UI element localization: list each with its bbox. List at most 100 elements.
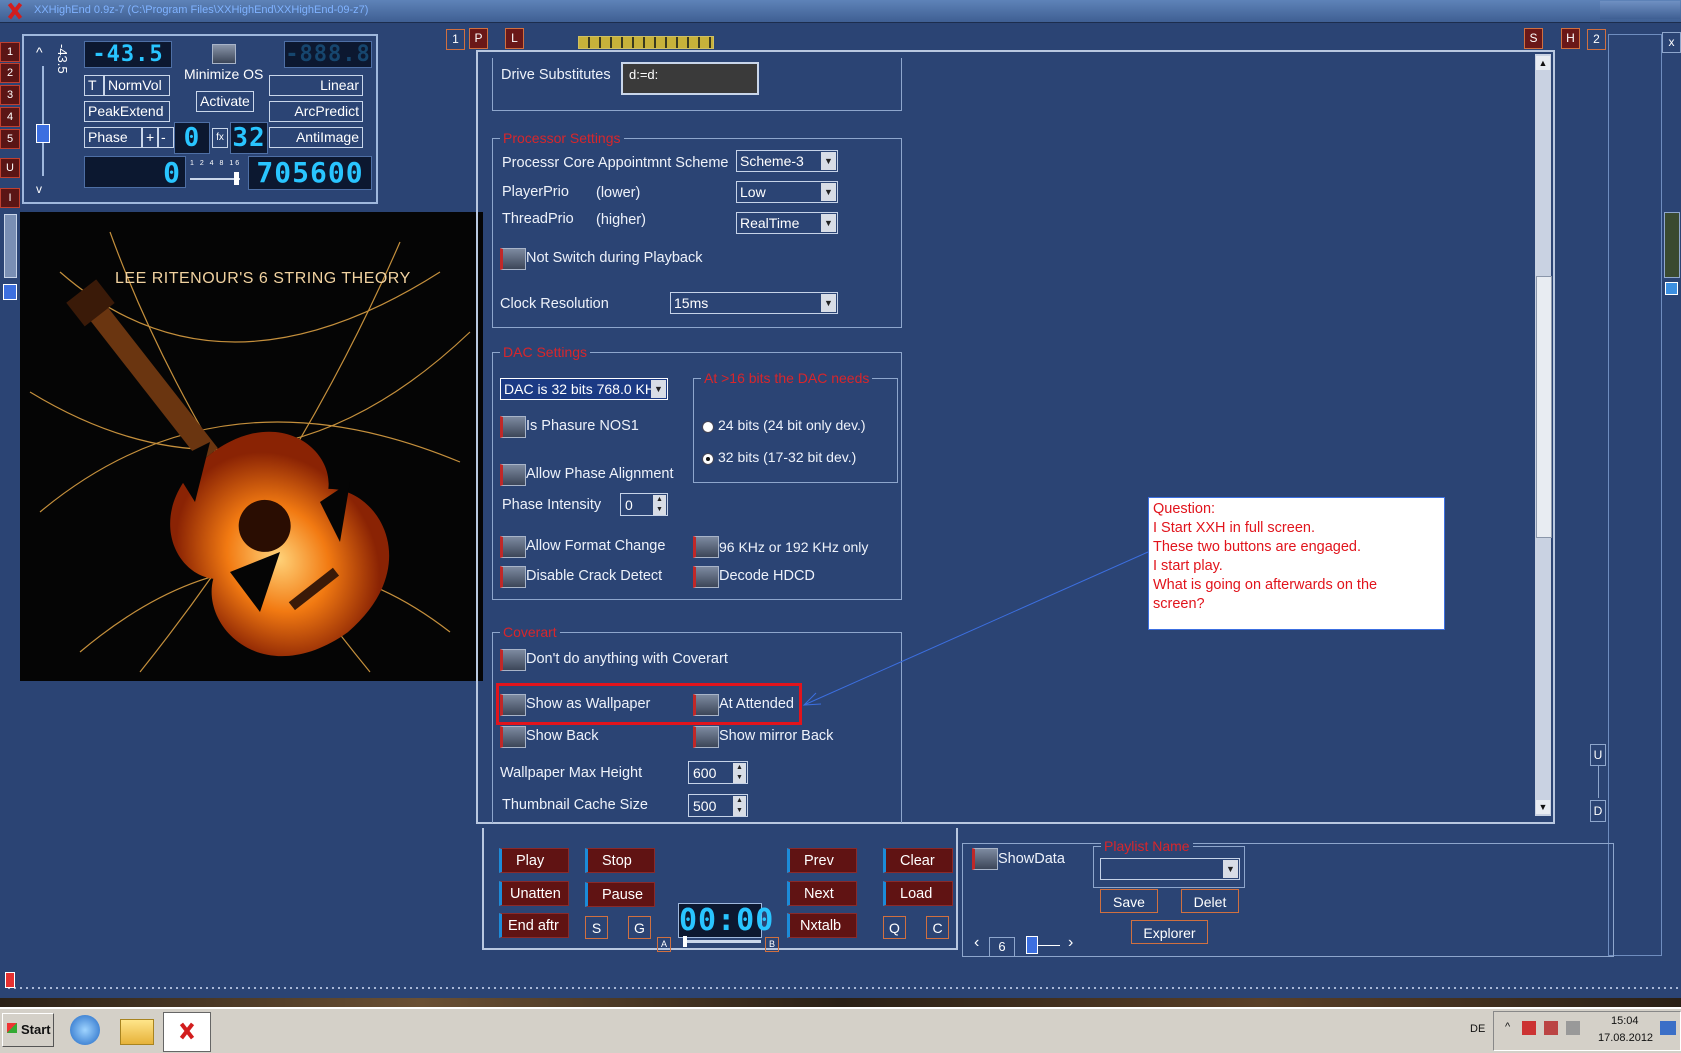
activate-button[interactable]: Activate (196, 91, 254, 112)
format-change-toggle[interactable] (500, 536, 526, 558)
volume-up-arrow-icon[interactable]: ^ (36, 44, 43, 60)
next-button[interactable]: Next (787, 881, 857, 906)
s-button[interactable]: S (1524, 28, 1543, 49)
showdata-toggle[interactable] (972, 848, 998, 870)
play-button[interactable]: Play (499, 848, 569, 873)
not-switch-toggle[interactable] (500, 248, 526, 270)
show-back-toggle[interactable] (500, 726, 526, 748)
clock-resolution-select[interactable]: 15ms ▼ (670, 292, 838, 314)
dont-coverart-toggle[interactable] (500, 649, 526, 671)
wallpaper-toggle[interactable] (500, 694, 526, 716)
l-button[interactable]: L (505, 28, 524, 49)
strip-button-i[interactable]: I (0, 188, 20, 208)
phase-align-toggle[interactable] (500, 464, 526, 486)
action-center-icon[interactable] (1544, 1021, 1558, 1035)
prev-button[interactable]: Prev (787, 848, 857, 873)
g-small-button[interactable]: G (628, 916, 651, 939)
radio-24bits[interactable] (702, 421, 714, 433)
language-indicator[interactable]: DE (1470, 1023, 1485, 1035)
spin-up-icon[interactable]: ▲ (653, 495, 666, 505)
fx-button[interactable]: fx (212, 128, 228, 148)
start-button[interactable]: Start (2, 1013, 54, 1047)
thumb-cache-spinner[interactable]: 500 ▲ ▼ (688, 794, 748, 817)
folder-icon[interactable] (120, 1019, 154, 1045)
spin-up-icon[interactable]: ▲ (733, 763, 746, 773)
spin-down-icon[interactable]: ▼ (653, 505, 666, 515)
playlist-name-select[interactable]: ▼ (1100, 858, 1240, 880)
strip-button-1[interactable]: 1 (0, 42, 20, 62)
dac-select[interactable]: DAC is 32 bits 768.0 KHz ▼ (500, 378, 668, 400)
drive-substitutes-input[interactable]: d:=d: (621, 62, 759, 95)
antiimage-button[interactable]: AntiImage (269, 127, 363, 148)
delet-button[interactable]: Delet (1181, 889, 1239, 913)
end-aftr-button[interactable]: End aftr (499, 913, 569, 938)
side-u-button[interactable]: U (1590, 744, 1606, 766)
volume-icon[interactable] (1566, 1021, 1580, 1035)
khz-only-toggle[interactable] (693, 536, 719, 558)
ab-thumb[interactable] (683, 936, 687, 947)
linear-button[interactable]: Linear (269, 75, 363, 96)
panel-1-button[interactable]: 1 (446, 29, 465, 50)
side-d-button[interactable]: D (1590, 800, 1606, 822)
xxhighend-task-button[interactable] (163, 1012, 211, 1052)
playerprio-select[interactable]: Low ▼ (736, 181, 838, 203)
h-button[interactable]: H (1561, 28, 1580, 49)
t-button[interactable]: T (84, 75, 104, 96)
clear-button[interactable]: Clear (883, 848, 953, 873)
spin-down-icon[interactable]: ▼ (733, 806, 746, 816)
unatten-button[interactable]: Unatten (499, 881, 569, 906)
stop-button[interactable]: Stop (585, 848, 655, 873)
volume-down-arrow-icon[interactable]: v (36, 182, 42, 196)
attended-toggle[interactable] (693, 694, 719, 716)
hdcd-toggle[interactable] (693, 566, 719, 588)
internet-explorer-icon[interactable] (70, 1015, 100, 1045)
settings-scrollbar[interactable]: ▲ ▼ (1535, 54, 1552, 816)
strip-button-4[interactable]: 4 (0, 107, 20, 127)
c-small-button[interactable]: C (926, 916, 949, 939)
spin-up-icon[interactable]: ▲ (733, 796, 746, 806)
normvol-button[interactable]: NormVol (104, 75, 170, 96)
page-slider-thumb[interactable] (1026, 936, 1038, 954)
minimize-os-toggle[interactable] (212, 44, 236, 64)
threadprio-select[interactable]: RealTime ▼ (736, 212, 838, 234)
scroll-down-icon[interactable]: ▼ (1536, 800, 1550, 814)
peakextend-button[interactable]: PeakExtend (84, 101, 170, 122)
page-next-icon[interactable]: › (1068, 934, 1073, 952)
position-thumb[interactable] (5, 972, 15, 988)
show-desktop-icon[interactable] (1660, 1021, 1676, 1035)
mirror-back-toggle[interactable] (693, 726, 719, 748)
wp-max-spinner[interactable]: 600 ▲ ▼ (688, 761, 748, 784)
p-button[interactable]: P (469, 28, 488, 49)
phasure-toggle[interactable] (500, 416, 526, 438)
save-button[interactable]: Save (1100, 889, 1158, 913)
nxtalb-button[interactable]: Nxtalb (787, 913, 857, 938)
spin-down-icon[interactable]: ▼ (733, 773, 746, 783)
scroll-up-icon[interactable]: ▲ (1536, 56, 1550, 70)
explorer-button[interactable]: Explorer (1131, 920, 1208, 944)
phase-intensity-spinner[interactable]: 0 ▲ ▼ (620, 493, 668, 516)
oversample-thumb[interactable] (234, 172, 239, 185)
scheme-select[interactable]: Scheme-3 ▼ (736, 150, 838, 172)
q-small-button[interactable]: Q (883, 916, 906, 939)
close-button[interactable]: x (1662, 32, 1681, 53)
panel-2-button[interactable]: 2 (1587, 29, 1606, 50)
strip-button-3[interactable]: 3 (0, 85, 20, 105)
network-icon[interactable] (1522, 1021, 1536, 1035)
scroll-thumb[interactable] (1536, 276, 1552, 538)
strip-scroll-thumb[interactable] (4, 214, 17, 278)
radio-32bits[interactable] (702, 453, 714, 465)
strip-button-2[interactable]: 2 (0, 63, 20, 83)
volume-slider-thumb[interactable] (36, 124, 50, 143)
s-small-button[interactable]: S (585, 916, 608, 939)
crack-detect-toggle[interactable] (500, 566, 526, 588)
strip-button-u[interactable]: U (0, 158, 20, 178)
arcpredict-button[interactable]: ArcPredict (269, 101, 363, 122)
tray-expand-icon[interactable]: ^ (1505, 1021, 1510, 1033)
load-button[interactable]: Load (883, 881, 953, 906)
phase-button[interactable]: Phase (84, 127, 142, 148)
strip-button-5[interactable]: 5 (0, 129, 20, 149)
phase-minus-button[interactable]: - (157, 127, 174, 148)
a-marker-button[interactable]: A (657, 937, 671, 952)
pause-button[interactable]: Pause (585, 882, 655, 907)
b-marker-button[interactable]: B (765, 937, 779, 952)
